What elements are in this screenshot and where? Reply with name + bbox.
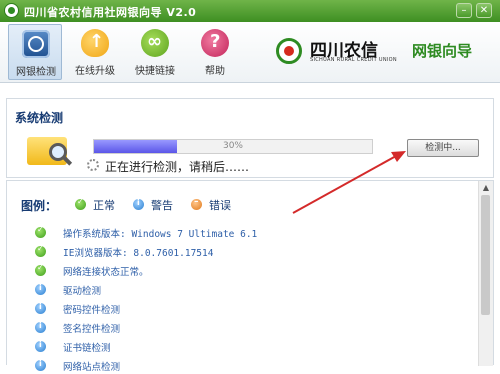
cloud-upload-icon bbox=[81, 29, 109, 57]
tab-quick-links-label: 快捷链接 bbox=[135, 66, 175, 77]
result-row: 证书链检测 bbox=[35, 339, 455, 355]
brand-tagline: 网银向导 bbox=[412, 42, 473, 60]
result-row: 密码控件检测 bbox=[35, 301, 455, 317]
warning-status-icon bbox=[35, 340, 46, 352]
result-text: 证书链检测 bbox=[63, 343, 111, 354]
brand-logo-icon bbox=[276, 38, 302, 64]
minimize-button[interactable]: – bbox=[456, 3, 472, 18]
checking-button[interactable]: 检测中... bbox=[407, 139, 479, 157]
window-title: 四川省农村信用社网银向导 V2.0 bbox=[24, 6, 197, 19]
result-row: IE浏览器版本: 8.0.7601.17514 bbox=[35, 244, 455, 260]
legend-label: 图例： bbox=[21, 199, 58, 213]
warning-status-icon bbox=[35, 302, 46, 314]
help-icon bbox=[201, 29, 229, 57]
link-icon bbox=[141, 29, 169, 57]
tab-quick-links[interactable]: 快捷链接 bbox=[128, 24, 182, 80]
section-title: 系统检测 bbox=[15, 111, 64, 125]
system-check-panel: 系统检测 30% 正在进行检测，请稍后…… 检测中... bbox=[6, 98, 494, 178]
scroll-up-icon[interactable]: ▲ bbox=[481, 183, 491, 193]
ok-status-icon bbox=[35, 263, 46, 276]
ok-status-icon bbox=[75, 197, 86, 210]
progress-percent: 30% bbox=[222, 141, 243, 151]
result-row: 网络连接状态正常。 bbox=[35, 263, 455, 279]
spinner-icon bbox=[87, 159, 99, 171]
shield-icon bbox=[22, 30, 50, 58]
warning-status-icon bbox=[35, 283, 46, 295]
warning-status-icon bbox=[35, 359, 46, 371]
ok-status-icon bbox=[35, 244, 46, 257]
result-row: 签名控件检测 bbox=[35, 320, 455, 336]
folder-search-icon bbox=[27, 133, 73, 167]
progress-bar: 30% bbox=[93, 139, 373, 154]
warning-status-icon bbox=[35, 321, 46, 333]
vertical-scrollbar[interactable]: ▲ bbox=[478, 181, 493, 366]
error-status-icon bbox=[191, 197, 202, 210]
tab-bank-check[interactable]: 网银检测 bbox=[8, 24, 62, 80]
close-button[interactable]: ✕ bbox=[476, 3, 492, 18]
scroll-thumb[interactable] bbox=[481, 195, 490, 315]
tab-help-label: 帮助 bbox=[205, 66, 225, 77]
brand-name-english: SICHUAN RURAL CREDIT UNION bbox=[310, 57, 397, 63]
legend-warning: 警告 bbox=[151, 199, 173, 212]
result-text: 网络站点检测 bbox=[63, 362, 121, 373]
ok-status-icon bbox=[35, 225, 46, 238]
legend-error: 错误 bbox=[209, 199, 231, 212]
result-text: 操作系统版本: Windows 7 Ultimate 6.1 bbox=[63, 229, 258, 240]
result-text: 密码控件检测 bbox=[63, 305, 121, 316]
tab-bank-check-label: 网银检测 bbox=[16, 67, 56, 78]
tab-online-upgrade-label: 在线升级 bbox=[75, 66, 115, 77]
result-text: 驱动检测 bbox=[63, 286, 102, 297]
results-panel: 图例： 正常 警告 错误 操作系统版本: Windows 7 Ultimate … bbox=[6, 180, 494, 373]
result-row: 驱动检测 bbox=[35, 282, 455, 298]
result-text: 签名控件检测 bbox=[63, 324, 121, 335]
result-row: 网络站点检测 bbox=[35, 358, 455, 374]
legend-ok: 正常 bbox=[93, 199, 115, 212]
tab-help[interactable]: 帮助 bbox=[188, 24, 242, 80]
title-bar: 四川省农村信用社网银向导 V2.0 – ✕ bbox=[0, 0, 500, 22]
status-text: 正在进行检测，请稍后…… bbox=[105, 160, 250, 174]
tab-online-upgrade[interactable]: 在线升级 bbox=[68, 24, 122, 80]
app-logo-icon bbox=[4, 3, 19, 18]
warning-status-icon bbox=[133, 198, 144, 210]
result-row: 操作系统版本: Windows 7 Ultimate 6.1 bbox=[35, 225, 455, 241]
result-text: 网络连接状态正常。 bbox=[63, 267, 149, 278]
result-text: IE浏览器版本: 8.0.7601.17514 bbox=[63, 248, 214, 259]
